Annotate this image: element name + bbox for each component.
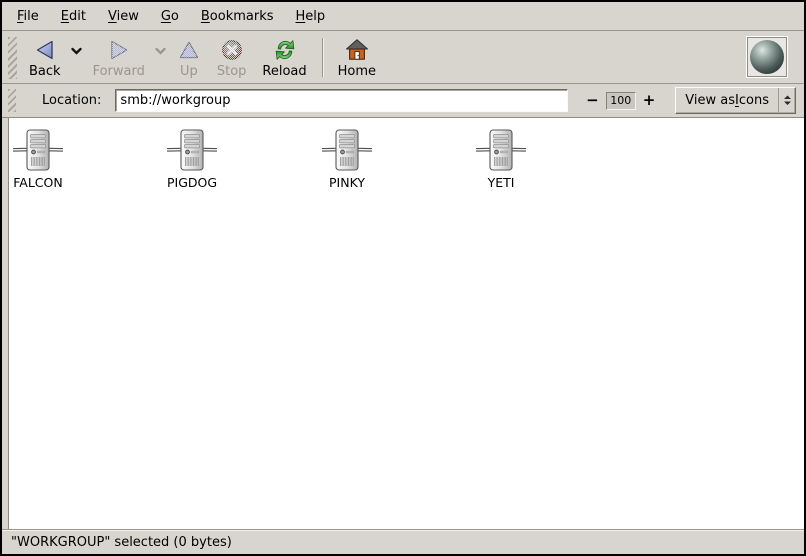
home-button[interactable]: Home [330, 35, 384, 81]
menu-bar: File Edit View Go Bookmarks Help [2, 2, 804, 31]
server-icon [473, 128, 529, 174]
zoom-control: − 100 + [584, 91, 657, 110]
server-label: PIGDOG [162, 175, 222, 190]
server-item-falcon[interactable]: FALCON [8, 128, 68, 190]
forward-history-dropdown [153, 39, 169, 63]
server-icon [10, 128, 66, 174]
throbber-sphere-icon [750, 40, 784, 74]
location-bar-grip-handle[interactable] [8, 89, 16, 112]
status-bar: "WORKGROUP" selected (0 bytes) [2, 529, 804, 554]
location-label: Location: [42, 93, 101, 108]
back-icon [33, 38, 57, 62]
menu-view[interactable]: View [97, 5, 150, 28]
view-as-dropdown[interactable]: View as Icons [675, 87, 796, 114]
toolbar-separator [322, 38, 323, 77]
status-text: "WORKGROUP" selected (0 bytes) [11, 535, 232, 550]
server-item-yeti[interactable]: YETI [471, 128, 531, 190]
home-icon [345, 38, 369, 62]
menu-edit[interactable]: Edit [50, 5, 97, 28]
zoom-in-button[interactable]: + [641, 91, 658, 110]
reload-button[interactable]: Reload [254, 35, 314, 81]
up-button: Up [169, 35, 209, 81]
menu-help[interactable]: Help [285, 5, 337, 28]
content-area: FALCON PIGDOG PINKY YETI [2, 118, 804, 529]
zoom-out-button[interactable]: − [584, 91, 601, 110]
toolbar-grip-handle[interactable] [8, 37, 17, 79]
server-label: PINKY [317, 175, 377, 190]
back-button[interactable]: Back [21, 35, 69, 81]
toolbar: Back Forward Up [2, 31, 804, 84]
server-item-pinky[interactable]: PINKY [317, 128, 377, 190]
up-icon [177, 38, 201, 62]
zoom-level-indicator[interactable]: 100 [606, 92, 636, 110]
stop-icon [220, 38, 244, 62]
location-input[interactable] [115, 89, 568, 112]
server-label: FALCON [8, 175, 68, 190]
nautilus-window: File Edit View Go Bookmarks Help Back Fo… [0, 0, 806, 556]
icon-view[interactable]: FALCON PIGDOG PINKY YETI [8, 118, 804, 529]
server-icon [164, 128, 220, 174]
location-bar: Location: − 100 + View as Icons [2, 84, 804, 118]
server-icon [319, 128, 375, 174]
forward-icon [107, 38, 131, 62]
server-item-pigdog[interactable]: PIGDOG [162, 128, 222, 190]
reload-icon [273, 38, 297, 62]
server-label: YETI [471, 175, 531, 190]
menu-bookmarks[interactable]: Bookmarks [190, 5, 285, 28]
menu-file[interactable]: File [6, 5, 50, 28]
dropdown-indicator-icon [778, 88, 795, 113]
back-history-dropdown[interactable] [69, 39, 85, 63]
forward-button: Forward [85, 35, 153, 81]
menu-go[interactable]: Go [150, 5, 190, 28]
throbber-button[interactable] [746, 36, 788, 78]
stop-button: Stop [209, 35, 255, 81]
